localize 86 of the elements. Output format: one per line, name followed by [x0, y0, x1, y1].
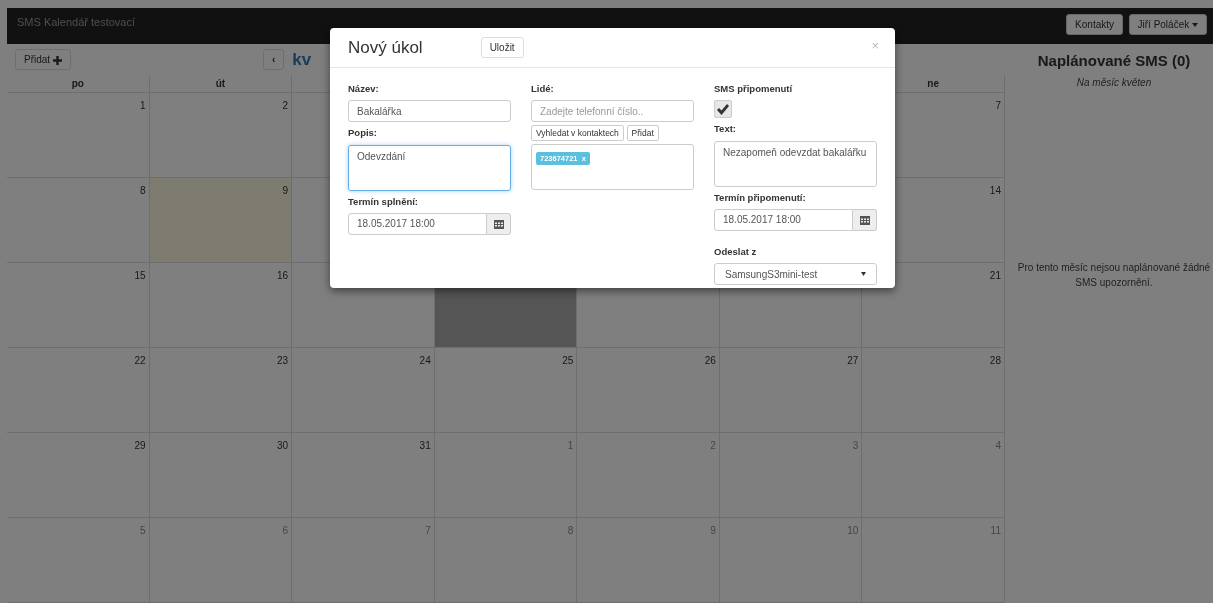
calendar-button[interactable] — [487, 212, 511, 235]
field-label: Text: — [714, 122, 737, 137]
day-number: 3 — [852, 440, 859, 451]
field-label: Popis: — [348, 126, 379, 141]
day-cell[interactable]: 3 — [719, 433, 863, 518]
day-cell[interactable]: 22 — [7, 348, 150, 433]
day-number: 2 — [282, 100, 289, 111]
caret-icon — [861, 272, 866, 276]
month-title: kv — [292, 48, 312, 71]
day-cell[interactable]: 24 — [292, 348, 435, 433]
day-number: 1 — [567, 440, 574, 451]
day-number: 24 — [419, 355, 431, 366]
name-field[interactable]: Bakalářka — [348, 100, 511, 123]
day-cell[interactable]: 8 — [7, 178, 150, 263]
day-number: 28 — [989, 355, 1001, 366]
day-cell[interactable]: 2 — [577, 433, 720, 518]
day-number: 23 — [277, 355, 289, 366]
brand-link[interactable]: SMS Kalendář testovací — [17, 8, 135, 44]
day-cell[interactable]: 21 — [862, 263, 1005, 348]
day-number: 14 — [989, 185, 1001, 196]
day-cell[interactable]: 16 — [149, 263, 293, 348]
day-number: 29 — [134, 440, 146, 451]
sidebar-subtitle: Na měsíc květen — [1075, 75, 1153, 90]
contacts-button[interactable]: Kontakty — [1066, 14, 1124, 35]
user-menu-button[interactable]: Jiří Poláček — [1128, 14, 1207, 35]
add-number-button[interactable]: Přidat — [626, 125, 659, 141]
day-cell[interactable]: 23 — [149, 348, 293, 433]
day-cell[interactable]: 1 — [7, 93, 150, 178]
phone-field[interactable]: Zadejte telefonní číslo.. — [531, 100, 694, 123]
day-number: 31 — [419, 440, 431, 451]
day-number: 26 — [704, 355, 716, 366]
save-button[interactable]: Uložit — [480, 37, 524, 58]
previous-month-button[interactable]: ‹ — [262, 49, 285, 70]
day-number: 9 — [282, 185, 289, 196]
day-cell[interactable]: 28 — [862, 348, 1005, 433]
plus-icon — [52, 55, 62, 65]
day-number: 22 — [134, 355, 146, 366]
day-cell[interactable]: 2 — [149, 93, 293, 178]
weekday-label: út — [149, 75, 293, 92]
calendar-icon — [859, 214, 870, 225]
day-number: 27 — [847, 355, 859, 366]
day-cell[interactable]: 4 — [862, 433, 1005, 518]
day-cell[interactable]: 9 — [149, 178, 293, 263]
day-cell[interactable]: 27 — [719, 348, 863, 433]
day-number: 21 — [989, 270, 1001, 281]
modal-title: Nový úkol — [348, 36, 423, 59]
search-contacts-button[interactable]: Vyhledat v kontaktech — [531, 125, 624, 141]
check-icon — [717, 103, 729, 115]
day-number: 25 — [562, 355, 574, 366]
due-date-field[interactable]: 18.05.2017 18:00 — [348, 212, 487, 235]
field-label: Termín připomenutí: — [714, 190, 807, 205]
add-button[interactable]: Přidat — [15, 49, 71, 70]
day-cell[interactable]: 31 — [292, 433, 435, 518]
day-cell[interactable]: 25 — [434, 348, 578, 433]
day-cell[interactable]: 26 — [577, 348, 720, 433]
weekday-label: po — [7, 75, 150, 92]
day-cell[interactable]: 30 — [149, 433, 293, 518]
field-label: Název: — [348, 82, 380, 96]
day-cell[interactable]: 1 — [434, 433, 578, 518]
day-cell[interactable]: 15 — [7, 263, 150, 348]
day-cell[interactable]: 6 — [149, 518, 293, 603]
sms-text-field[interactable]: Nezapomeň odevzdat bakalářku — [714, 140, 877, 187]
day-cell[interactable]: 11 — [862, 518, 1005, 603]
calendar-button[interactable] — [853, 208, 877, 231]
day-number: 1 — [140, 100, 146, 111]
reminder-checkbox[interactable] — [714, 100, 732, 119]
calendar-icon — [493, 218, 504, 229]
day-cell[interactable]: 29 — [7, 433, 150, 518]
sidebar-title: Naplánované SMS (0) — [1036, 51, 1192, 71]
day-number: 6 — [282, 525, 289, 536]
field-label: Termín splnění: — [348, 194, 420, 209]
empty-message: Pro tento měsíc nejsou naplánované žádné SMS upozornění. — [1017, 260, 1211, 290]
field-label: SMS připomenutí — [714, 82, 794, 96]
day-number: 4 — [995, 440, 1001, 451]
day-number: 7 — [995, 100, 1001, 111]
day-number: 2 — [710, 440, 716, 451]
field-label: Odeslat z — [714, 244, 758, 259]
sender-select[interactable]: SamsungS3mini-test — [714, 263, 877, 285]
field-label: Lidé: — [531, 82, 555, 96]
day-number: 30 — [277, 440, 289, 451]
reminder-date-field[interactable]: 18.05.2017 18:00 — [714, 208, 853, 231]
day-number: 15 — [134, 270, 146, 281]
day-number: 8 — [140, 185, 146, 196]
day-number: 11 — [990, 525, 1001, 536]
day-number: 16 — [277, 270, 289, 281]
description-field[interactable]: Odevzdání — [348, 144, 511, 191]
